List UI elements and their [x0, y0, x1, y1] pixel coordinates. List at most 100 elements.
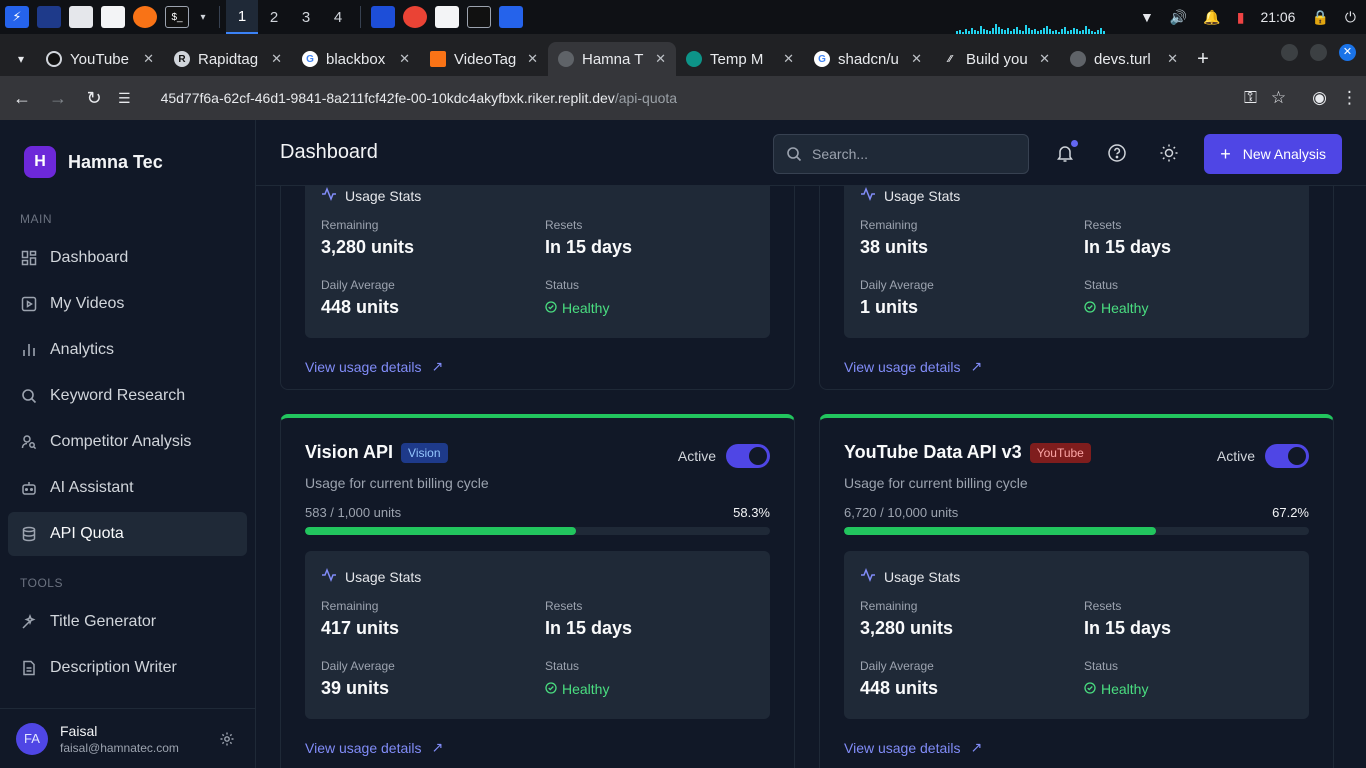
url-field[interactable]: 45d77f6a-62cf-46d1-9841-8a211fcf42fe-00-…: [161, 90, 678, 106]
more-menu-icon[interactable]: ⋮: [1341, 88, 1358, 108]
usage-stats-panel: Usage Stats Remaining 3,280 units Resets I…: [305, 186, 770, 338]
brand[interactable]: H Hamna Tec: [0, 120, 255, 204]
view-usage-details-link[interactable]: View usage details ↗: [305, 739, 770, 756]
clock[interactable]: 21:06: [1260, 9, 1295, 25]
desktop-icon[interactable]: [37, 6, 61, 28]
terminal-icon[interactable]: [467, 6, 491, 28]
key-icon[interactable]: ⚿: [1244, 88, 1257, 108]
sidebar-item-competitor-analysis[interactable]: Competitor Analysis: [8, 420, 247, 464]
sidebar-item-ai-assistant[interactable]: AI Assistant: [8, 466, 247, 510]
battery-icon[interactable]: ▮: [1237, 9, 1245, 26]
view-usage-details-link[interactable]: View usage details ↗: [844, 739, 1309, 756]
globe-favicon-icon: [1070, 51, 1086, 67]
kali-menu-icon[interactable]: ⚡: [5, 6, 29, 28]
window-icon[interactable]: [499, 6, 523, 28]
gear-icon[interactable]: [219, 731, 235, 752]
firefox-icon[interactable]: [133, 6, 157, 28]
browser-tab[interactable]: VideoTag ✕: [420, 42, 548, 76]
file-manager-icon[interactable]: [69, 6, 93, 28]
user-info: Faisal faisal@hamnatec.com: [60, 723, 179, 755]
window-controls: ✕: [1281, 44, 1356, 61]
bell-icon[interactable]: 🔔: [1203, 9, 1220, 26]
power-icon[interactable]: ⏻: [1345, 9, 1356, 26]
stat-value: 39 units: [321, 678, 390, 698]
lock-icon[interactable]: 🔒: [1311, 9, 1328, 26]
star-icon[interactable]: ☆: [1271, 88, 1286, 108]
browser-tab[interactable]: Gblackbox ✕: [292, 42, 420, 76]
usage-progress-bar: [305, 527, 770, 535]
sidebar-item-title-generator[interactable]: Title Generator: [8, 600, 247, 644]
stat-resets: Resets In 15 days: [1084, 599, 1171, 639]
browser-tab[interactable]: ⁄⁄ Build you ✕: [932, 42, 1060, 76]
stat-value: In 15 days: [545, 618, 633, 638]
stat-label: Status: [545, 278, 580, 292]
chevron-down-icon[interactable]: ▾: [197, 6, 209, 28]
close-icon[interactable]: ✕: [655, 51, 666, 67]
text-editor-icon[interactable]: [101, 6, 125, 28]
wifi-icon[interactable]: ▼: [1140, 9, 1154, 25]
site-info-icon[interactable]: ☰: [118, 90, 131, 107]
view-usage-details-link[interactable]: View usage details ↗: [844, 358, 1309, 375]
browser-tab[interactable]: devs.turl ✕: [1060, 42, 1188, 76]
new-analysis-button[interactable]: + New Analysis: [1204, 134, 1342, 174]
workspace-2[interactable]: 2: [258, 0, 290, 34]
minimize-button[interactable]: [1281, 44, 1298, 61]
close-icon[interactable]: ✕: [527, 51, 538, 67]
close-icon[interactable]: ✕: [143, 51, 154, 67]
sidebar-item-label: Keyword Research: [50, 387, 186, 404]
sidebar-item-my-videos[interactable]: My Videos: [8, 282, 247, 326]
forward-button[interactable]: →: [40, 80, 76, 116]
sun-icon[interactable]: [1158, 142, 1180, 164]
active-toggle[interactable]: [1265, 444, 1309, 468]
browser-tab[interactable]: YouTube ✕: [36, 42, 164, 76]
close-icon[interactable]: ✕: [911, 51, 922, 67]
browser-tab[interactable]: R Rapidtag ✕: [164, 42, 292, 76]
usage-stats-header: Usage Stats: [860, 186, 1293, 205]
search-box[interactable]: [773, 134, 1029, 174]
text-editor-icon[interactable]: [435, 6, 459, 28]
tab-title: Hamna T: [582, 50, 644, 68]
file-text-icon: [20, 659, 38, 677]
profile-icon[interactable]: ◉: [1312, 88, 1327, 108]
view-usage-details-link[interactable]: View usage details ↗: [305, 358, 770, 375]
search-input[interactable]: [812, 146, 1012, 162]
browser-tab-active[interactable]: Hamna T ✕: [548, 42, 676, 76]
vscode-icon[interactable]: [371, 6, 395, 28]
terminal-icon[interactable]: $_: [165, 6, 189, 28]
tab-title: YouTube: [70, 50, 129, 68]
url-path: /api-quota: [614, 90, 678, 106]
api-name: YouTube Data API v3: [844, 442, 1022, 462]
help-icon[interactable]: [1106, 142, 1128, 164]
sidebar-item-keyword-research[interactable]: Keyword Research: [8, 374, 247, 418]
active-toggle-group: Active: [678, 444, 770, 468]
new-analysis-label: New Analysis: [1242, 146, 1326, 162]
maximize-button[interactable]: [1310, 44, 1327, 61]
chrome-icon[interactable]: [403, 6, 427, 28]
sidebar-item-dashboard[interactable]: Dashboard: [8, 236, 247, 280]
close-icon[interactable]: ✕: [1167, 51, 1178, 67]
back-button[interactable]: ←: [4, 80, 40, 116]
stat-resets: Resets In 15 days: [545, 218, 632, 258]
bell-icon[interactable]: [1054, 140, 1078, 164]
active-toggle[interactable]: [726, 444, 770, 468]
workspace-4[interactable]: 4: [322, 0, 354, 34]
reload-button[interactable]: ↻: [76, 80, 112, 116]
close-window-button[interactable]: ✕: [1339, 44, 1356, 61]
volume-icon[interactable]: 🔊: [1170, 9, 1187, 26]
workspace-1[interactable]: 1: [226, 0, 258, 34]
user-profile[interactable]: FA Faisal faisal@hamnatec.com: [0, 708, 255, 768]
status-badge: Healthy: [545, 300, 609, 316]
tab-search-icon[interactable]: ▾: [6, 42, 36, 76]
close-icon[interactable]: ✕: [399, 51, 410, 67]
new-tab-button[interactable]: +: [1188, 42, 1218, 76]
browser-tab[interactable]: Gshadcn/u ✕: [804, 42, 932, 76]
sidebar-item-description-writer[interactable]: Description Writer: [8, 646, 247, 690]
close-icon[interactable]: ✕: [271, 51, 282, 67]
close-icon[interactable]: ✕: [783, 51, 794, 67]
sidebar-item-api-quota[interactable]: API Quota: [8, 512, 247, 556]
browser-tab[interactable]: Temp M ✕: [676, 42, 804, 76]
workspace-3[interactable]: 3: [290, 0, 322, 34]
sidebar-item-analytics[interactable]: Analytics: [8, 328, 247, 372]
close-icon[interactable]: ✕: [1039, 51, 1050, 67]
status-text: Healthy: [1101, 300, 1149, 316]
